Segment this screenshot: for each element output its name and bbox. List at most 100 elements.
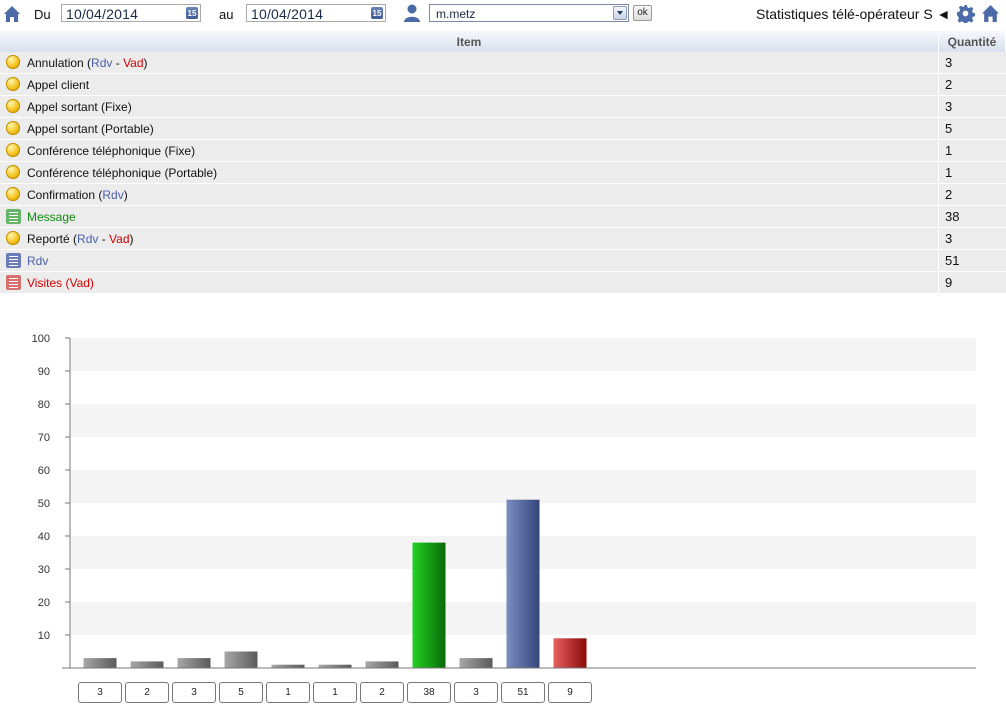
item-label-part: Conférence téléphonique (Fixe) <box>27 143 196 158</box>
item-label-part: Appel sortant (Portable) <box>27 121 154 136</box>
y-tick-label: 50 <box>38 498 50 510</box>
bar-value-label[interactable]: 9 <box>548 682 592 703</box>
table-row[interactable]: Reporté (Rdv - Vad) 3 <box>0 227 1006 250</box>
bar-value-label[interactable]: 2 <box>125 682 169 703</box>
item-label-part: ) <box>143 55 148 70</box>
item-label-part[interactable]: Rdv <box>91 56 112 70</box>
table-row[interactable]: Conférence téléphonique (Fixe) 1 <box>0 139 1006 162</box>
bar[interactable] <box>83 658 117 668</box>
bar-value-label[interactable]: 51 <box>501 682 545 703</box>
item-cell: Reporté (Rdv - Vad) <box>0 227 939 250</box>
chevron-down-icon[interactable] <box>613 6 627 20</box>
bar[interactable] <box>224 651 258 669</box>
quantity-cell: 1 <box>938 161 1006 184</box>
table-body: Annulation (Rdv - Vad) 3 Appel client 2 Appe… <box>0 52 1006 294</box>
item-label-part: - <box>98 231 110 246</box>
item-label-part[interactable]: Rdv <box>77 232 98 246</box>
item-label-part: ) <box>123 187 128 202</box>
from-date-value: 10/04/2014 <box>66 6 139 22</box>
item-label-part: Appel sortant (Fixe) <box>27 99 132 114</box>
table-row[interactable]: Confirmation (Rdv) 2 <box>0 183 1006 206</box>
y-tick-label: 70 <box>38 432 50 444</box>
column-header-quantity[interactable]: Quantité <box>938 31 1006 52</box>
item-label-part: - <box>112 55 124 70</box>
to-date-field[interactable]: 10/04/2014 15 <box>246 4 386 22</box>
gear-icon[interactable] <box>956 4 975 23</box>
quantity-cell: 1 <box>938 139 1006 162</box>
from-date-field[interactable]: 10/04/2014 15 <box>61 4 201 22</box>
bar[interactable] <box>506 499 540 668</box>
y-tick-label: 80 <box>38 399 50 411</box>
status-ball-icon <box>6 143 20 157</box>
item-label-part[interactable]: Rdv <box>27 254 48 268</box>
item-label-part: Appel client <box>27 77 90 92</box>
table-row[interactable]: Rdv 51 <box>0 249 1006 272</box>
bar[interactable] <box>130 661 164 668</box>
table-row[interactable]: Visites (Vad) 9 <box>0 271 1006 294</box>
table-row[interactable]: Appel sortant (Portable) 5 <box>0 117 1006 140</box>
page-title[interactable]: Statistiques télé-opérateur S ◄ <box>756 6 950 22</box>
home-icon[interactable] <box>3 5 21 23</box>
quantity-cell: 2 <box>938 183 1006 206</box>
item-cell: Rdv <box>0 249 939 272</box>
item-cell: Confirmation (Rdv) <box>0 183 939 206</box>
item-label-part[interactable]: Vad <box>109 232 129 246</box>
y-tick-label: 90 <box>38 366 50 378</box>
quantity-cell: 51 <box>938 249 1006 272</box>
bar-value-label[interactable]: 3 <box>172 682 216 703</box>
item-label-part[interactable]: Visites (Vad) <box>27 276 94 290</box>
bar[interactable] <box>553 638 587 668</box>
list-icon <box>6 209 21 224</box>
y-tick-label: 30 <box>38 564 50 576</box>
item-cell: Visites (Vad) <box>0 271 939 294</box>
y-tick-label: 100 <box>32 333 50 345</box>
bar[interactable] <box>412 542 446 668</box>
item-label-part[interactable]: Vad <box>123 56 143 70</box>
quantity-cell: 9 <box>938 271 1006 294</box>
status-ball-icon <box>6 121 20 135</box>
table-row[interactable]: Appel client 2 <box>0 73 1006 96</box>
bar[interactable] <box>177 658 211 668</box>
item-cell: Conférence téléphonique (Portable) <box>0 161 939 184</box>
table-row[interactable]: Appel sortant (Fixe) 3 <box>0 95 1006 118</box>
item-label-part[interactable]: Rdv <box>102 188 123 202</box>
calendar-icon[interactable]: 15 <box>186 7 198 19</box>
user-select-value: m.metz <box>436 7 476 21</box>
user-select[interactable]: m.metz <box>429 4 629 22</box>
item-cell: Appel client <box>0 73 939 96</box>
item-label-part: Reporté ( <box>27 231 78 246</box>
item-label-part: ) <box>129 231 134 246</box>
table-row[interactable]: Message 38 <box>0 205 1006 228</box>
item-label-part: Conférence téléphonique (Portable) <box>27 165 218 180</box>
table-row[interactable]: Conférence téléphonique (Portable) 1 <box>0 161 1006 184</box>
table-row[interactable]: Annulation (Rdv - Vad) 3 <box>0 52 1006 74</box>
list-icon <box>6 253 21 268</box>
bar-value-label[interactable]: 5 <box>219 682 263 703</box>
item-label-part: Annulation ( <box>27 55 92 70</box>
quantity-cell: 3 <box>938 52 1006 74</box>
bar-value-label[interactable]: 1 <box>266 682 310 703</box>
quantity-cell: 2 <box>938 73 1006 96</box>
home-icon[interactable] <box>981 4 1000 23</box>
y-tick-label: 10 <box>38 630 50 642</box>
bar[interactable] <box>459 658 493 668</box>
from-label: Du <box>34 7 51 22</box>
quantity-cell: 5 <box>938 117 1006 140</box>
ok-button[interactable]: ok <box>633 5 652 21</box>
bar-value-label[interactable]: 1 <box>313 682 357 703</box>
user-icon <box>404 4 420 22</box>
column-header-item[interactable]: Item <box>0 31 939 52</box>
item-label-part: Confirmation ( <box>27 187 103 202</box>
toolbar: Du 10/04/2014 15 au 10/04/2014 15 m.metz… <box>0 0 1006 29</box>
bar-value-label[interactable]: 38 <box>407 682 451 703</box>
bar-chart: 10 20 30 40 50 60 70 80 90 100 <box>32 333 976 669</box>
item-label-part[interactable]: Message <box>27 210 76 224</box>
bar-value-label[interactable]: 3 <box>454 682 498 703</box>
bar[interactable] <box>365 661 399 668</box>
grid-band <box>71 470 976 503</box>
status-ball-icon <box>6 165 20 179</box>
to-label: au <box>219 7 234 22</box>
bar-value-label[interactable]: 3 <box>78 682 122 703</box>
calendar-icon[interactable]: 15 <box>371 7 383 19</box>
bar-value-label[interactable]: 2 <box>360 682 404 703</box>
